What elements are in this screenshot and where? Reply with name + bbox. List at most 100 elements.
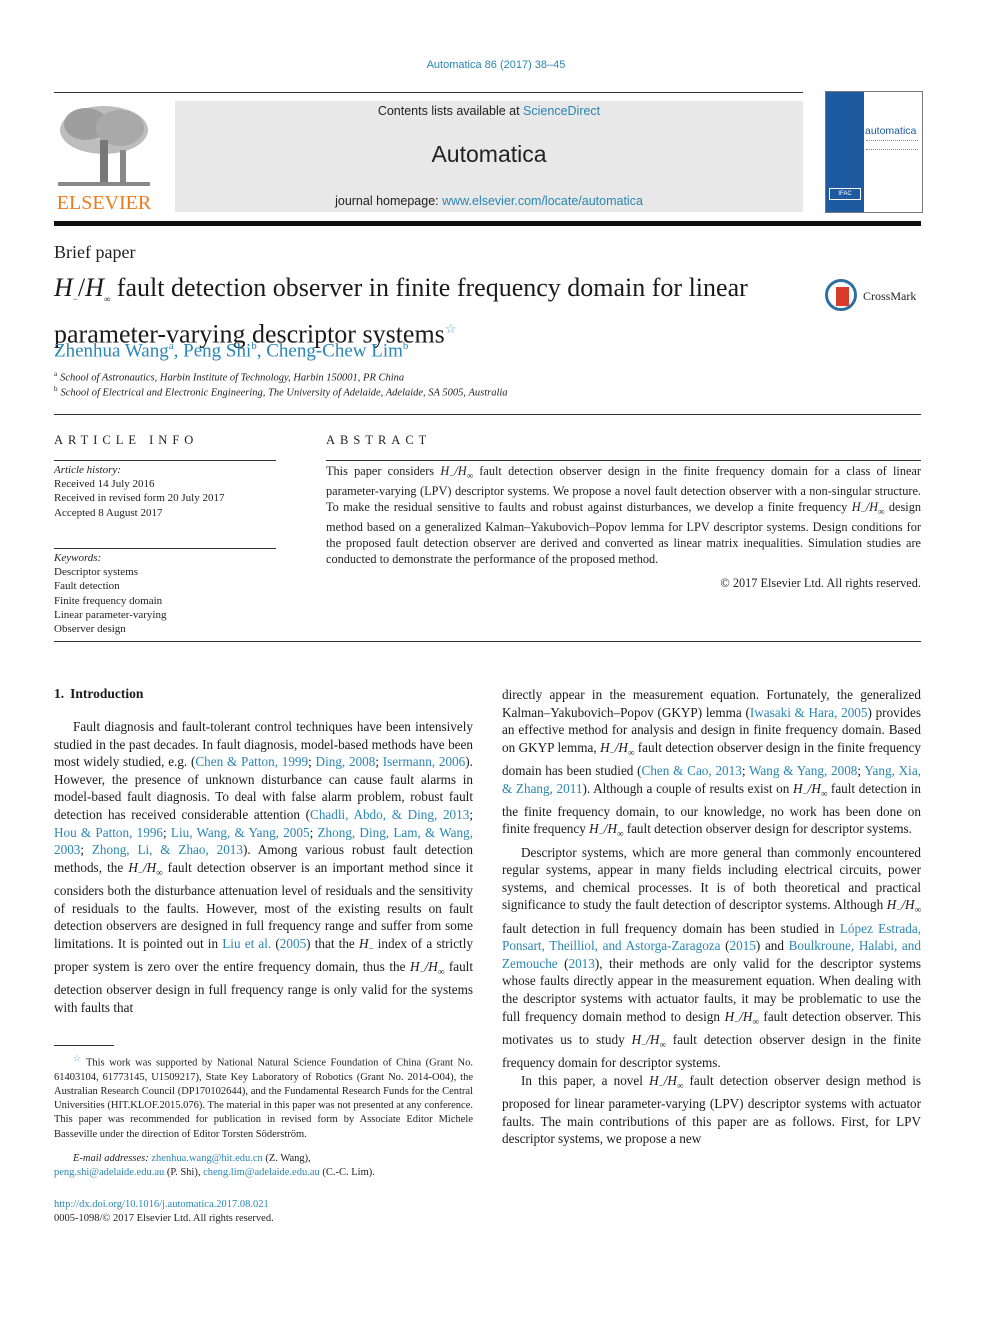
citation-link[interactable]: 2015: [730, 938, 756, 953]
citation-link[interactable]: Chen & Cao, 2013: [642, 763, 742, 778]
keyword: Linear parameter-varying: [54, 608, 167, 621]
article-history: Article history: Received 14 July 2016 R…: [54, 463, 224, 520]
math-expr: H−/H∞: [851, 500, 885, 517]
author-link[interactable]: Cheng-Chew Lim: [266, 340, 403, 361]
elsevier-tree-icon: [58, 106, 150, 186]
affiliation-text: School of Astronautics, Harbin Institute…: [60, 372, 405, 384]
ifac-logo: IFAC: [829, 188, 861, 200]
cover-subtitle-lines: [866, 140, 918, 150]
title-footnote-star-icon[interactable]: ☆: [445, 321, 457, 336]
section-heading-introduction: 1. Introduction: [54, 686, 143, 702]
math-expr: H−: [358, 935, 374, 954]
history-item: Received 14 July 2016: [54, 478, 155, 491]
crossmark-ribbon: [836, 287, 849, 306]
history-label: Article history:: [54, 464, 121, 476]
abstract-copyright: © 2017 Elsevier Ltd. All rights reserved…: [720, 576, 921, 590]
email-link[interactable]: cheng.lim@adelaide.edu.au: [203, 1167, 320, 1178]
citation-link[interactable]: 2013: [568, 956, 594, 971]
journal-reference-link[interactable]: Automatica 86 (2017) 38–45: [0, 59, 992, 71]
paragraph: directly appear in the measurement equat…: [502, 687, 922, 840]
cover-title: automatica: [865, 125, 917, 137]
contents-prefix: Contents lists available at: [377, 104, 524, 118]
author-link[interactable]: Zhenhua Wang: [54, 340, 169, 361]
divider: [54, 460, 276, 461]
author-link[interactable]: Peng Shi: [183, 340, 251, 361]
citation-link[interactable]: Liu, Wang, & Yang, 2005: [171, 825, 310, 840]
keywords: Keywords: Descriptor systems Fault detec…: [54, 551, 166, 636]
math-expr: H−/H∞: [631, 1031, 666, 1050]
divider: [54, 641, 921, 642]
email-link[interactable]: peng.shi@adelaide.edu.au: [54, 1167, 164, 1178]
citation-link[interactable]: Chen & Patton, 1999: [195, 754, 308, 769]
citation-link[interactable]: Zhong, Li, & Zhao, 2013: [92, 842, 243, 857]
math-expr: H−/H∞: [128, 859, 163, 878]
affiliation: b School of Electrical and Electronic Eng…: [54, 385, 508, 399]
journal-cover-thumbnail[interactable]: automatica IFAC: [825, 91, 923, 213]
elsevier-wordmark: ELSEVIER: [56, 192, 152, 214]
citation-link[interactable]: Hou & Patton, 1996: [54, 825, 163, 840]
citation-link[interactable]: Isermann, 2006: [383, 754, 466, 769]
history-item: Accepted 8 August 2017: [54, 506, 163, 519]
crossmark-icon: [825, 279, 857, 311]
math-expr: H−/H∞: [724, 1008, 759, 1027]
paper-title: H−/H∞ fault detection observer in finite…: [54, 273, 814, 349]
author-affil-sup[interactable]: b: [403, 340, 409, 352]
paper-type: Brief paper: [54, 242, 136, 262]
abstract-heading: ABSTRACT: [326, 433, 432, 447]
citation-link[interactable]: Iwasaki & Hara, 2005: [750, 705, 868, 720]
header-thick-rule: [54, 221, 921, 226]
footnote-star-icon: ☆: [73, 1053, 83, 1063]
math-expr: H−/H∞: [886, 897, 921, 916]
homepage-line: journal homepage: www.elsevier.com/locat…: [175, 194, 803, 208]
email-owner: (Z. Wang),: [262, 1153, 311, 1164]
author-affil-sup[interactable]: b: [251, 340, 257, 352]
section-number: 1.: [54, 686, 65, 701]
affiliation-sup: a: [54, 370, 58, 378]
doi-link[interactable]: http://dx.doi.org/10.1016/j.automatica.2…: [54, 1199, 269, 1210]
email-owner: (P. Shi),: [164, 1167, 204, 1179]
paragraph: In this paper, a novel H−/H∞ fault detec…: [502, 1072, 921, 1147]
affiliation: a School of Astronautics, Harbin Institut…: [54, 370, 404, 384]
contents-line: Contents lists available at ScienceDirec…: [175, 104, 803, 118]
funding-text: This work was supported by National Natu…: [54, 1057, 473, 1140]
email-addresses: E-mail addresses: zhenhua.wang@hit.edu.c…: [54, 1152, 473, 1180]
math-expr: H−/H∞: [440, 464, 474, 481]
body-column-left: Fault diagnosis and fault-tolerant contr…: [54, 702, 473, 1016]
keywords-label: Keywords:: [54, 552, 102, 564]
affiliation-text: School of Electrical and Electronic Engi…: [60, 387, 508, 399]
title-slash: /: [77, 273, 86, 302]
divider: [54, 548, 276, 549]
affiliation-sup: b: [54, 385, 58, 393]
issn-copyright: 0005-1098/© 2017 Elsevier Ltd. All right…: [54, 1213, 274, 1225]
title-line1: fault detection observer in finite frequ…: [110, 273, 748, 302]
crossmark-button[interactable]: CrossMark: [825, 279, 925, 315]
paragraph: Fault diagnosis and fault-tolerant contr…: [54, 719, 473, 1015]
header-top-rule: [54, 92, 803, 93]
citation-link[interactable]: Ding, 2008: [316, 754, 376, 769]
citation-link[interactable]: 2005: [280, 936, 306, 951]
divider: [54, 414, 921, 415]
keyword: Finite frequency domain: [54, 594, 163, 607]
author-affil-sup[interactable]: a: [169, 340, 174, 352]
citation-link[interactable]: Wang & Yang, 2008: [749, 763, 857, 778]
math-expr: H−/H∞: [793, 780, 828, 799]
keyword: Fault detection: [54, 580, 120, 593]
citation-link[interactable]: Chadli, Abdo, & Ding, 2013: [310, 807, 469, 822]
homepage-link[interactable]: www.elsevier.com/locate/automatica: [442, 194, 643, 208]
article-info-heading: ARTICLE INFO: [54, 433, 199, 447]
paragraph: ☆ This work was supported by National Nat…: [54, 1051, 473, 1142]
abstract-text: This paper considers H−/H∞ fault detecti…: [326, 464, 921, 568]
homepage-prefix: journal homepage:: [335, 194, 443, 208]
sciencedirect-link[interactable]: ScienceDirect: [523, 104, 600, 118]
funding-footnote: ☆ This work was supported by National Nat…: [54, 1051, 473, 1142]
doi-block: http://dx.doi.org/10.1016/j.automatica.2…: [54, 1198, 274, 1226]
math-expr: H−/H∞: [410, 959, 445, 977]
citation-link[interactable]: Liu et al.: [222, 936, 271, 951]
elsevier-logo[interactable]: ELSEVIER: [54, 100, 164, 215]
email-link[interactable]: zhenhua.wang@hit.edu.cn: [151, 1153, 262, 1164]
history-item: Received in revised form 20 July 2017: [54, 492, 225, 505]
paragraph: Descriptor systems, which are more gener…: [502, 844, 922, 1071]
email-owner: (C.-C. Lim).: [319, 1167, 375, 1179]
keyword: Descriptor systems: [54, 566, 139, 579]
keyword: Observer design: [54, 623, 126, 636]
